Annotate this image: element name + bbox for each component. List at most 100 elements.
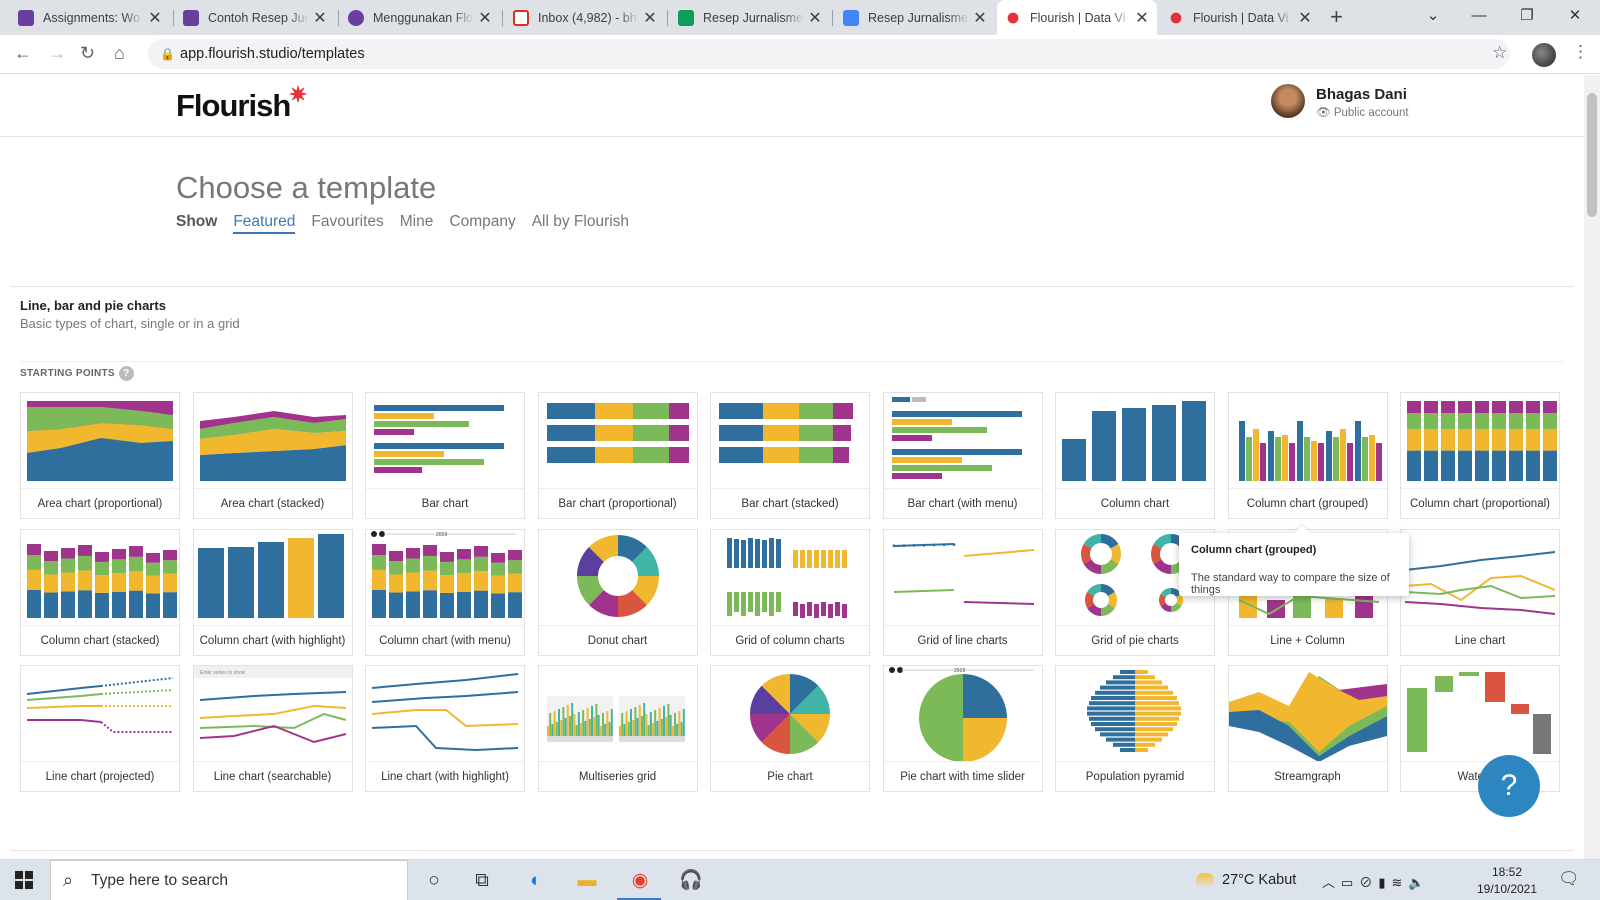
template-card-grid-of-column-charts[interactable]: Grid of column charts [710,529,870,656]
template-card-column-chart-with-menu[interactable]: 2019 Column chart (with menu) [365,529,525,656]
close-tab-icon[interactable]: ✕ [478,8,492,28]
file-explorer-icon[interactable]: ▬ [573,868,601,894]
close-window-icon[interactable]: ✕ [1552,0,1598,32]
edge-icon[interactable]: ◐ [522,868,550,894]
template-card-area-chart-stacked[interactable]: Area chart (stacked) [192,392,353,519]
task-view-icon[interactable]: ⧉ [468,868,496,894]
browser-tab-active[interactable]: Flourish | Data Vi ✕ [997,0,1157,35]
template-caption: Pie chart [711,761,869,791]
template-card-area-chart-proportional[interactable]: Area chart (proportional) [20,392,180,519]
template-card-line-chart-projected[interactable]: Line chart (projected) [20,665,180,792]
system-tray[interactable]: ︿▭⊘▮≋🔈 [1322,872,1431,891]
template-card-donut-chart[interactable]: Donut chart [537,529,698,656]
divider [20,361,1564,362]
chrome-icon[interactable]: ◉ [626,868,654,894]
close-tab-icon[interactable]: ✕ [973,8,987,28]
browser-tab[interactable]: Inbox (4,982) - bh ✕ [505,0,665,35]
close-tab-icon[interactable]: ✕ [1298,8,1312,28]
template-card-column-chart-proportional[interactable]: Column chart (proportional) [1400,392,1560,519]
maximize-icon[interactable]: ❐ [1504,0,1550,32]
close-tab-icon[interactable]: ✕ [148,8,162,28]
notification-icon[interactable]: 🗨 [1558,869,1580,889]
filter-featured[interactable]: Featured [233,213,296,234]
template-card-pie-chart[interactable]: Pie chart [710,665,870,792]
template-card-line-chart-with-highlight[interactable]: Line chart (with highlight) [365,665,525,792]
template-card-bar-chart[interactable]: Bar chart [365,392,525,519]
template-caption: Grid of pie charts [1056,625,1214,655]
browser-tab[interactable]: Menggunakan Flo ✕ [340,0,500,35]
browser-menu-icon[interactable]: ⋮ [1572,42,1589,62]
template-card-column-chart-grouped[interactable]: Column chart (grouped) [1227,392,1388,519]
close-tab-icon[interactable]: ✕ [313,8,327,28]
template-caption: Bar chart (with menu) [883,488,1042,518]
template-card-bar-chart-stacked[interactable]: Bar chart (stacked) [710,392,870,519]
template-caption: Column chart [1056,488,1214,518]
chevron-up-icon[interactable]: ︿ [1322,875,1341,890]
template-thumbnail [21,393,179,489]
tab-title: Flourish | Data Vi [1030,10,1126,25]
lock-icon: 🔒 [160,47,175,61]
template-caption: Area chart (proportional) [21,488,179,518]
browser-tab[interactable]: Flourish | Data Vi ✕ [1160,0,1320,35]
divider [10,850,1574,851]
forward-icon[interactable]: → [48,43,66,64]
filter-favourites[interactable]: Favourites [311,213,383,234]
user-avatar[interactable] [1271,84,1305,118]
browser-tab[interactable]: Contoh Resep Jur ✕ [175,0,335,35]
tab-title: Flourish | Data Vi [1193,10,1289,25]
network-alert-icon[interactable]: ⊘ [1359,875,1378,890]
taskbar-clock[interactable]: 18:52 19/10/2021 [1472,864,1542,898]
volume-icon[interactable]: 🔈 [1408,875,1430,890]
template-thumbnail [366,393,524,489]
template-card-grid-of-line-charts[interactable]: Grid of line charts [882,529,1043,656]
wifi-icon[interactable]: ≋ [1391,875,1408,890]
close-tab-icon[interactable]: ✕ [808,8,822,28]
browser-tab[interactable]: Resep Jurnalisme ✕ [835,0,995,35]
scrollbar-thumb[interactable] [1587,93,1597,217]
bookmark-star-icon[interactable]: ☆ [1492,43,1507,63]
flourish-logo[interactable]: Flourish ✷ [176,82,307,124]
template-caption: Bar chart (stacked) [711,488,869,518]
weather-widget[interactable]: 27°C Kabut [1196,872,1296,888]
home-icon[interactable]: ⌂ [114,43,125,64]
divider [10,286,1574,287]
template-card-bar-chart-proportional[interactable]: Bar chart (proportional) [537,392,698,519]
template-card-multiseries-grid[interactable]: Multiseries grid [537,665,698,792]
meet-icon[interactable]: ▭ [1341,875,1359,890]
filter-company[interactable]: Company [449,213,515,234]
template-card-column-chart-stacked[interactable]: Column chart (stacked) [20,529,180,656]
template-card-population-pyramid[interactable]: Population pyramid [1055,665,1215,792]
back-icon[interactable]: ← [14,43,32,64]
template-card-column-chart-with-highlight[interactable]: Column chart (with highlight) [192,529,353,656]
profile-avatar-icon[interactable] [1532,43,1556,67]
page-scrollbar[interactable] [1584,75,1600,859]
help-icon[interactable]: ? [118,366,134,381]
cortana-icon[interactable]: ○ [420,868,448,894]
template-card-column-chart[interactable]: Column chart [1055,392,1215,519]
battery-icon[interactable]: ▮ [1378,875,1391,890]
windows-start-icon[interactable] [15,871,33,889]
minimize-icon[interactable]: — [1456,0,1502,32]
filter-all-by-flourish[interactable]: All by Flourish [532,213,629,234]
template-card-streamgraph[interactable]: Streamgraph [1227,665,1388,792]
taskbar-search-input[interactable]: ⌕ Type here to search [50,860,408,900]
template-card-pie-chart-with-time-slider[interactable]: 2019 Pie chart with time slider [882,665,1043,792]
headphones-app-icon[interactable]: 🎧 [677,868,705,894]
template-card-line-chart-searchable[interactable]: Enter series to show Line chart (searchab… [192,665,353,792]
template-thumbnail [1401,393,1559,489]
browser-tab[interactable]: Resep Jurnalisme ✕ [670,0,830,35]
close-tab-icon[interactable]: ✕ [643,8,657,28]
new-tab-icon[interactable]: + [1330,4,1343,30]
template-card-line-chart[interactable]: Line chart [1400,529,1560,656]
close-tab-icon[interactable]: ✕ [1135,8,1149,28]
filter-mine[interactable]: Mine [400,213,434,234]
template-card-bar-chart-with-menu[interactable]: Bar chart (with menu) [882,392,1043,519]
template-thumbnail [1228,666,1387,762]
help-chat-button[interactable]: ? [1478,755,1540,817]
browser-tab[interactable]: Assignments: Wo ✕ [10,0,170,35]
user-name[interactable]: Bhagas Dani [1316,86,1407,103]
url-input[interactable]: 🔒 app.flourish.studio/templates [148,39,1510,69]
reload-icon[interactable]: ↻ [80,43,95,64]
tab-search-icon[interactable]: ⌄ [1410,0,1456,32]
template-thumbnail [539,393,697,489]
